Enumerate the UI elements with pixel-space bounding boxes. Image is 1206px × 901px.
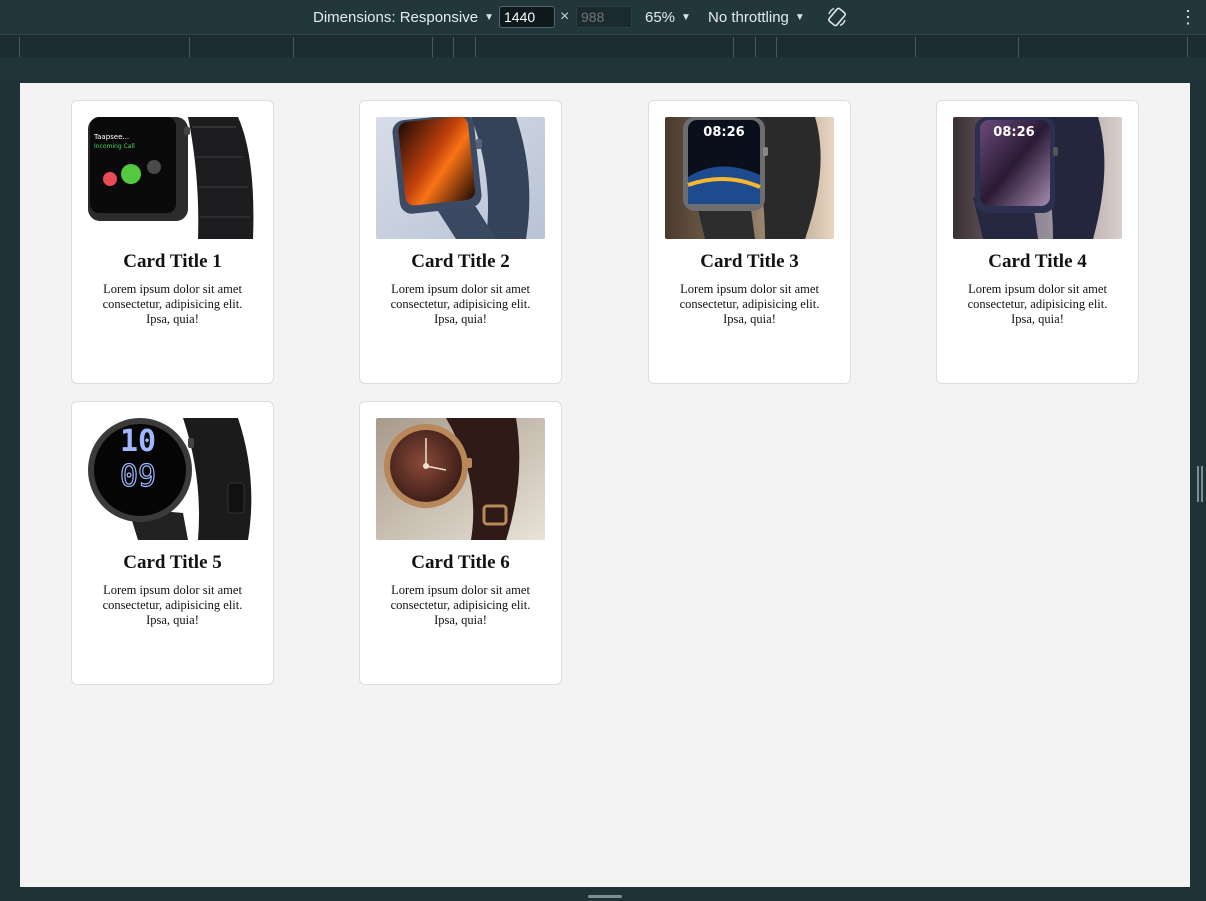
card: 08:26 Card Title 4 Lorem ipsum dolor sit…: [936, 100, 1139, 384]
card-image: Taapsee... Incoming Call: [88, 117, 257, 239]
card-image: 10 09: [88, 418, 257, 540]
resize-handle-bottom[interactable]: [588, 895, 622, 898]
zoom-label: 65%: [645, 8, 676, 26]
more-options-icon[interactable]: ⋮: [1179, 0, 1197, 34]
card-image: 08:26: [665, 117, 834, 239]
throttling-dropdown[interactable]: No throttling ▼: [708, 0, 805, 34]
card-image: 08:26: [953, 117, 1122, 239]
zoom-dropdown[interactable]: 65% ▼: [645, 0, 691, 34]
chevron-down-icon: ▼: [794, 11, 805, 23]
card-title: Card Title 2: [411, 251, 510, 272]
dimensions-dropdown[interactable]: Dimensions: Responsive ▼: [313, 0, 494, 34]
card-text: Lorem ipsum dolor sit amet consectetur, …: [679, 282, 820, 326]
card-text: Lorem ipsum dolor sit amet consectetur, …: [390, 583, 531, 627]
svg-text:10: 10: [120, 424, 156, 459]
svg-text:09: 09: [120, 459, 156, 494]
card-text: Lorem ipsum dolor sit amet consectetur, …: [967, 282, 1108, 326]
card-title: Card Title 1: [123, 251, 222, 272]
rotate-icon[interactable]: [826, 0, 848, 34]
card-title: Card Title 5: [123, 552, 222, 573]
device-toolbar: Dimensions: Responsive ▼ × 65% ▼ No thro…: [0, 0, 1206, 34]
media-query-ruler[interactable]: [0, 34, 1206, 58]
card: Card Title 6 Lorem ipsum dolor sit amet …: [359, 401, 562, 685]
card: Taapsee... Incoming Call Card Title 1 Lo…: [71, 100, 274, 384]
card-text: Lorem ipsum dolor sit amet consectetur, …: [390, 282, 531, 326]
card: 08:26 Card Title 3 Lorem ipsum dolor sit…: [648, 100, 851, 384]
card-title: Card Title 6: [411, 552, 510, 573]
card-image: [376, 418, 545, 540]
card-text: Lorem ipsum dolor sit amet consectetur, …: [102, 583, 243, 627]
width-input[interactable]: [499, 6, 555, 28]
svg-text:08:26: 08:26: [993, 125, 1034, 140]
chevron-down-icon: ▼: [681, 11, 691, 23]
card-title: Card Title 3: [700, 251, 799, 272]
ruler-gap: [0, 57, 1206, 83]
throttling-label: No throttling: [708, 8, 789, 26]
card-title: Card Title 4: [988, 251, 1087, 272]
card: 10 09 Card Title 5 Lorem ipsum dolor sit…: [71, 401, 274, 685]
svg-text:Incoming Call: Incoming Call: [94, 143, 135, 150]
card-text: Lorem ipsum dolor sit amet consectetur, …: [102, 282, 243, 326]
card-image: [376, 117, 545, 239]
card: Card Title 2 Lorem ipsum dolor sit amet …: [359, 100, 562, 384]
times-separator: ×: [560, 8, 570, 25]
svg-text:08:26: 08:26: [703, 125, 744, 140]
dimensions-label: Dimensions: Responsive: [313, 8, 479, 26]
device-viewport: Taapsee... Incoming Call Card Title 1 Lo…: [20, 83, 1190, 887]
resize-handle-right[interactable]: [1197, 466, 1203, 502]
chevron-down-icon: ▼: [484, 11, 494, 23]
svg-text:Taapsee...: Taapsee...: [93, 133, 129, 141]
height-input[interactable]: [576, 6, 632, 28]
